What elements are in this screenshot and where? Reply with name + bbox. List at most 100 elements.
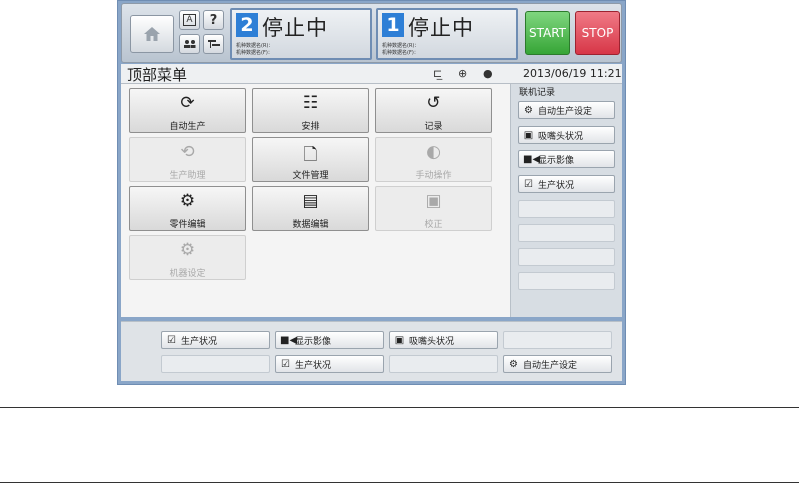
tile-label: 生产助理: [169, 171, 206, 181]
program-f-label: 机种数据名(F)：: [236, 50, 273, 56]
manual-icon: ◐: [426, 142, 441, 162]
program-r-label: 机种数据名(R)：: [236, 43, 274, 49]
display-icon: ⊏̲: [433, 67, 443, 80]
program-r-label: 机种数据名(R)：: [382, 43, 420, 49]
calibration-icon: ▣: [425, 191, 442, 211]
start-button[interactable]: START: [525, 11, 570, 55]
network-button[interactable]: [203, 34, 224, 54]
empty-slot: [389, 355, 498, 373]
page-title: 顶部菜单: [127, 66, 188, 84]
lane-state: 停止中: [408, 16, 474, 40]
button-label: 生产状况: [181, 336, 218, 347]
auto-production-settings-button[interactable]: ⚙ 自动生产设定: [503, 355, 612, 373]
parts-icon: ⚙: [179, 191, 196, 211]
machine-settings-button[interactable]: ⚙ 机器设定: [129, 235, 246, 280]
user-icon: ●: [483, 67, 493, 80]
online-log-panel: 联机记录 ⚙ 自动生产设定 ▣ 吸嘴头状况 ■◀ 显示影像 ☑ 生产状况: [510, 84, 622, 317]
file-management-button[interactable]: 🗋 文件管理: [252, 137, 369, 182]
program-f-label: 机种数据名(F)：: [382, 50, 419, 56]
tile-label: 零件编辑: [169, 220, 206, 230]
tile-label: 数据编辑: [292, 220, 329, 230]
divider-top: [0, 407, 799, 408]
manual-operation-button[interactable]: ◐ 手动操作: [375, 137, 492, 182]
nozzle-status-button[interactable]: ▣ 吸嘴头状况: [389, 331, 498, 349]
file-icon: 🗋: [303, 145, 318, 165]
button-label: 吸嘴头状况: [409, 336, 455, 347]
nozzle-icon: ▣: [394, 334, 405, 346]
home-icon: [144, 27, 160, 41]
display-image-button[interactable]: ■◀ 显示影像: [275, 331, 384, 349]
settings-icon: ⚙: [509, 358, 518, 370]
divider-bottom: [0, 482, 799, 483]
panel-title: 联机记录: [519, 88, 556, 98]
tile-label: 安排: [301, 122, 320, 132]
lane-number: 1: [382, 13, 404, 37]
home-button[interactable]: [130, 15, 174, 53]
datetime: 2013/06/19 11:21: [523, 67, 622, 80]
auto-production-settings-button[interactable]: ⚙ 自动生产设定: [518, 101, 615, 119]
nozzle-status-button[interactable]: ▣ 吸嘴头状况: [518, 126, 615, 144]
quick-access-bar: ☑ 生产状况 ■◀ 显示影像 ▣ 吸嘴头状况 ☑ 生产状况 ⚙ 自动生产设定: [121, 321, 622, 381]
button-label: 生产状况: [538, 180, 575, 191]
assistant-icon: ⟲: [180, 142, 195, 162]
empty-slot: [518, 248, 615, 266]
production-assistant-button[interactable]: ⟲ 生产助理: [129, 137, 246, 182]
tile-label: 校正: [424, 220, 443, 230]
checkbox-icon: ☑: [524, 178, 533, 190]
display-image-button[interactable]: ■◀ 显示影像: [518, 150, 615, 168]
history-icon: ↺: [426, 93, 441, 113]
button-label: 自动生产设定: [523, 360, 578, 371]
button-label: 吸嘴头状况: [538, 131, 584, 142]
camera-icon: ■◀: [280, 334, 298, 346]
app-window: A ? 2 停止中 机种数据名(R)： 机种数据名(F)： 1 停止中 机种数据…: [117, 0, 626, 385]
nozzle-icon: ▣: [523, 129, 534, 141]
data-edit-icon: ▤: [302, 191, 319, 211]
calibration-button[interactable]: ▣ 校正: [375, 186, 492, 231]
tile-label: 机器设定: [169, 269, 206, 279]
list-icon: ☷: [302, 93, 319, 113]
camera-icon: ■◀: [523, 153, 541, 165]
tile-label: 文件管理: [292, 171, 329, 181]
button-label: 显示影像: [538, 155, 575, 166]
machine-icon: ⚙: [179, 240, 196, 260]
lane-state: 停止中: [262, 16, 328, 40]
tile-label: 自动生产: [169, 122, 206, 132]
auto-production-button[interactable]: ⟳ 自动生产: [129, 88, 246, 133]
button-label: 自动生产设定: [538, 106, 593, 117]
tile-label: 手动操作: [415, 171, 452, 181]
help-icon: ?: [209, 12, 218, 28]
checkbox-icon: ☑: [281, 358, 290, 370]
auto-icon: ⟳: [180, 93, 195, 113]
empty-slot: [518, 272, 615, 290]
production-status-button[interactable]: ☑ 生产状况: [275, 355, 384, 373]
lane-1-status: 1 停止中 机种数据名(R)： 机种数据名(F)：: [376, 8, 518, 60]
button-label: 生产状况: [295, 360, 332, 371]
empty-slot: [161, 355, 270, 373]
lane-number: 2: [236, 13, 258, 37]
empty-slot: [518, 224, 615, 242]
title-bar: 顶部菜单 ⊏̲ ⊕ ● 2013/06/19 11:21: [121, 64, 622, 84]
help-button[interactable]: ?: [203, 10, 224, 30]
users-button[interactable]: [179, 34, 200, 54]
empty-slot: [503, 331, 612, 349]
tile-label: 记录: [424, 122, 443, 132]
a-icon-button[interactable]: A: [179, 10, 200, 30]
lane-2-status: 2 停止中 机种数据名(R)： 机种数据名(F)：: [230, 8, 372, 60]
schedule-button[interactable]: ☷ 安排: [252, 88, 369, 133]
log-button[interactable]: ↺ 记录: [375, 88, 492, 133]
data-edit-button[interactable]: ▤ 数据编辑: [252, 186, 369, 231]
a-icon: A: [183, 14, 196, 26]
users-icon: [183, 40, 195, 48]
button-label: 显示影像: [295, 336, 332, 347]
production-status-button[interactable]: ☑ 生产状况: [161, 331, 270, 349]
network-icon: [207, 40, 220, 48]
checkbox-icon: ☑: [167, 334, 176, 346]
header-bar: A ? 2 停止中 机种数据名(R)： 机种数据名(F)： 1 停止中 机种数据…: [121, 3, 622, 63]
parts-edit-button[interactable]: ⚙ 零件编辑: [129, 186, 246, 231]
globe-icon: ⊕: [458, 67, 468, 80]
stop-button[interactable]: STOP: [575, 11, 620, 55]
production-status-button[interactable]: ☑ 生产状况: [518, 175, 615, 193]
menu-area: ⟳ 自动生产 ☷ 安排 ↺ 记录 ⟲ 生产助理 🗋 文件管理 ◐ 手动操作 ⚙ …: [121, 84, 510, 317]
empty-slot: [518, 200, 615, 218]
settings-icon: ⚙: [524, 104, 533, 116]
